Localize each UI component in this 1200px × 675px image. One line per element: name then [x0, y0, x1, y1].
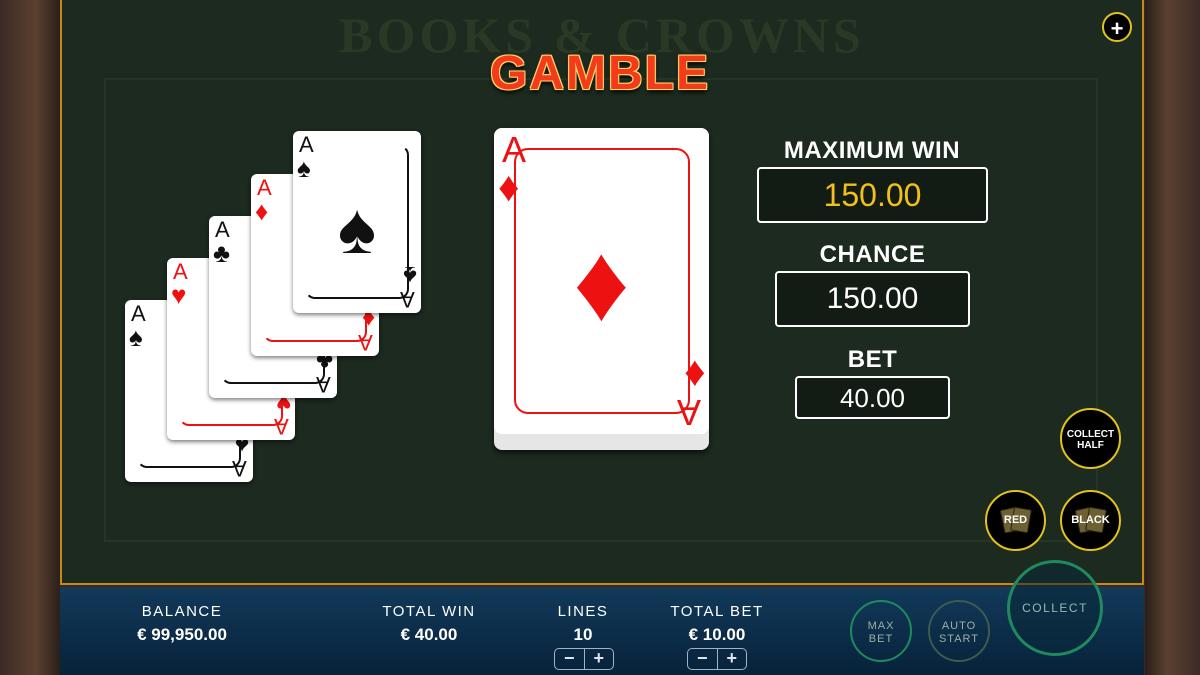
bet-stepper[interactable]: − +	[687, 648, 747, 670]
collect-half-button[interactable]: COLLECT HALF	[1060, 408, 1121, 469]
current-card-face: A ♦ ♦ ♦ A	[494, 128, 709, 434]
total-bet-label: TOTAL BET	[670, 603, 764, 620]
history-card: A♠ ♠ ♠A	[293, 131, 421, 313]
balance-value: € 99,950.00	[137, 625, 227, 644]
right-backdrop	[1145, 0, 1200, 675]
total-bet-value: € 10.00	[688, 625, 746, 644]
max-win-label: MAXIMUM WIN	[783, 137, 961, 164]
balance-label: BALANCE	[141, 603, 223, 620]
plus-button[interactable]: +	[1102, 12, 1132, 42]
chance-label: CHANCE	[819, 241, 926, 268]
lines-increase-button[interactable]: +	[585, 649, 614, 669]
bet-increase-button[interactable]: +	[718, 649, 747, 669]
diamond-icon: ♦	[498, 163, 520, 210]
diamond-icon: ♦	[573, 221, 630, 344]
red-button[interactable]: RED	[985, 490, 1046, 551]
total-win-label: TOTAL WIN	[382, 603, 476, 620]
bet-label: BET	[847, 346, 898, 373]
current-card: A ♦ ♦ ♦ A	[494, 128, 709, 450]
chance-value: 150.00	[775, 271, 970, 327]
lines-decrease-button[interactable]: −	[555, 649, 585, 669]
max-bet-button[interactable]: MAX BET	[850, 600, 912, 662]
collect-button[interactable]: COLLECT	[1007, 560, 1103, 656]
max-win-value: 150.00	[757, 167, 988, 223]
total-win-value: € 40.00	[400, 625, 458, 644]
bet-value: 40.00	[795, 376, 950, 419]
lines-value: 10	[573, 625, 593, 644]
diamond-icon: ♦	[683, 352, 705, 399]
gamble-title: GAMBLE	[490, 47, 710, 100]
auto-start-button[interactable]: AUTO START	[928, 600, 990, 662]
left-backdrop	[0, 0, 60, 675]
lines-label: LINES	[557, 603, 609, 620]
black-button[interactable]: BLACK	[1060, 490, 1121, 551]
current-card-rank: A	[676, 392, 701, 433]
lines-stepper[interactable]: − +	[554, 648, 614, 670]
bet-decrease-button[interactable]: −	[688, 649, 718, 669]
